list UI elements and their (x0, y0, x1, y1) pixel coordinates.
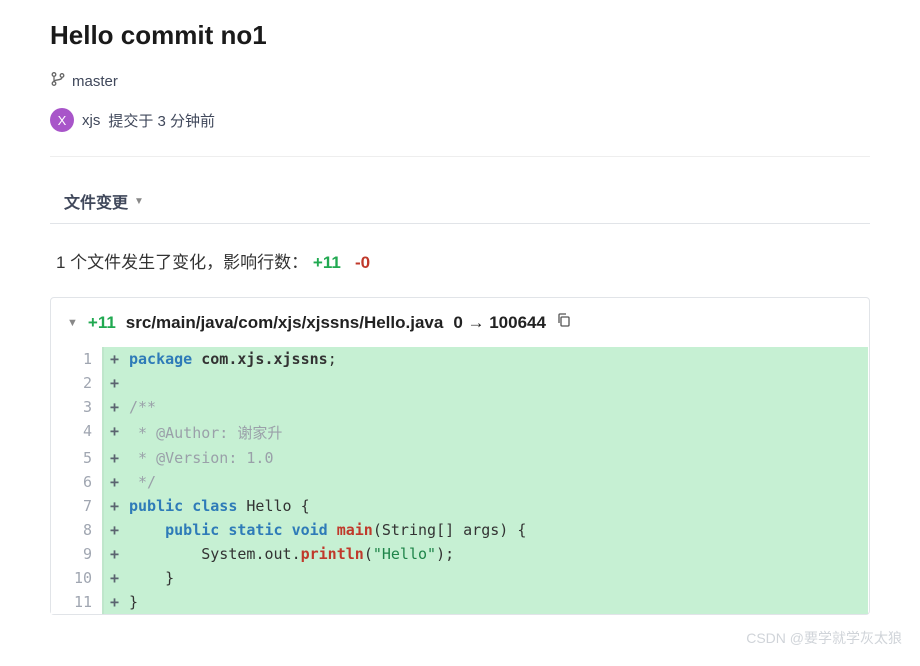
code-content: } (125, 590, 868, 614)
code-line: 11+} (51, 590, 868, 614)
code-content: System.out.println("Hello"); (125, 542, 868, 566)
diff-marker: + (103, 470, 125, 494)
branch-icon (50, 71, 66, 92)
tab-file-changes[interactable]: 文件变更 ▼ (50, 179, 158, 223)
author-name[interactable]: xjs (82, 112, 100, 129)
line-number: 1 (51, 347, 103, 371)
file-mode: 0 → 100644 (453, 313, 546, 333)
tabs-bar: 文件变更 ▼ (50, 171, 870, 224)
code-content (125, 371, 868, 395)
diff-summary: 1 个文件发生了变化，影响行数： +11 -0 (50, 248, 870, 273)
code-line: 7+public class Hello { (51, 494, 868, 518)
commit-title: Hello commit no1 (50, 20, 870, 51)
code-line: 10+ } (51, 566, 868, 590)
diff-marker: + (103, 419, 125, 446)
line-number: 3 (51, 395, 103, 419)
code-line: 2+ (51, 371, 868, 395)
code-diff-table: 1+package com.xjs.xjssns;2+3+/**4+ * @Au… (51, 347, 869, 614)
diff-marker: + (103, 566, 125, 590)
diff-marker: + (103, 371, 125, 395)
line-number: 6 (51, 470, 103, 494)
commit-time: 提交于 3 分钟前 (108, 110, 215, 131)
line-number: 11 (51, 590, 103, 614)
code-line: 6+ */ (51, 470, 868, 494)
code-line: 3+/** (51, 395, 868, 419)
code-line: 8+ public static void main(String[] args… (51, 518, 868, 542)
line-number: 8 (51, 518, 103, 542)
line-number: 5 (51, 446, 103, 470)
code-content: */ (125, 470, 868, 494)
diff-marker: + (103, 395, 125, 419)
author-row: X xjs 提交于 3 分钟前 (50, 108, 870, 132)
code-content: public class Hello { (125, 494, 868, 518)
diff-marker: + (103, 518, 125, 542)
file-path: src/main/java/com/xjs/xjssns/Hello.java (126, 313, 444, 333)
diff-marker: + (103, 590, 125, 614)
code-content: /** (125, 395, 868, 419)
file-additions-count: +11 (88, 313, 116, 333)
diff-marker: + (103, 446, 125, 470)
file-header[interactable]: ▼ +11 src/main/java/com/xjs/xjssns/Hello… (51, 298, 869, 347)
line-number: 9 (51, 542, 103, 566)
diff-marker: + (103, 542, 125, 566)
chevron-down-icon: ▼ (134, 196, 144, 207)
code-content: * @Version: 1.0 (125, 446, 868, 470)
avatar[interactable]: X (50, 108, 74, 132)
code-line: 4+ * @Author: 谢家升 (51, 419, 868, 446)
code-line: 9+ System.out.println("Hello"); (51, 542, 868, 566)
summary-additions: +11 (313, 253, 341, 272)
diff-marker: + (103, 347, 125, 371)
diff-marker: + (103, 494, 125, 518)
line-number: 10 (51, 566, 103, 590)
code-line: 1+package com.xjs.xjssns; (51, 347, 868, 371)
divider (50, 156, 870, 157)
code-content: public static void main(String[] args) { (125, 518, 868, 542)
code-content: } (125, 566, 868, 590)
file-diff-block: ▼ +11 src/main/java/com/xjs/xjssns/Hello… (50, 297, 870, 615)
watermark: CSDN @要学就学灰太狼 (746, 628, 902, 648)
branch-row[interactable]: master (50, 71, 870, 92)
code-line: 5+ * @Version: 1.0 (51, 446, 868, 470)
line-number: 7 (51, 494, 103, 518)
chevron-down-icon: ▼ (67, 317, 78, 329)
summary-text: 1 个文件发生了变化，影响行数： (56, 253, 308, 272)
copy-icon[interactable] (556, 312, 572, 333)
code-content: * @Author: 谢家升 (125, 419, 868, 446)
line-number: 4 (51, 419, 103, 446)
branch-name: master (72, 73, 118, 90)
summary-deletions: -0 (355, 253, 370, 272)
tab-label: 文件变更 (64, 189, 128, 213)
line-number: 2 (51, 371, 103, 395)
code-content: package com.xjs.xjssns; (125, 347, 868, 371)
